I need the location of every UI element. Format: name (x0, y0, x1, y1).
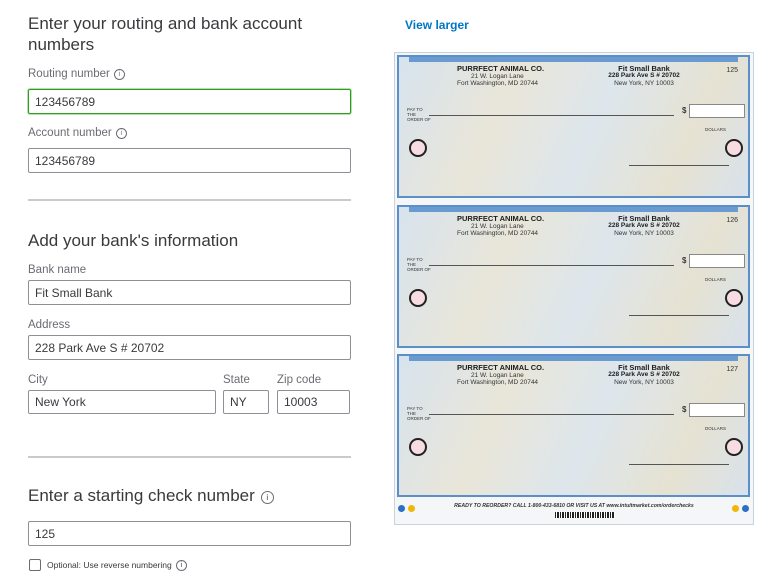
routing-number-input[interactable]: 123456789 (28, 89, 351, 114)
bank-address-line2: New York, NY 10003 (614, 230, 674, 237)
zip-code-label: Zip code (277, 374, 322, 386)
payee-line (429, 414, 674, 415)
account-number-input[interactable]: 123456789 (28, 148, 351, 173)
pay-to-label: PAY TO THE ORDER OF (407, 107, 431, 122)
starting-check-number-input[interactable]: 125 (28, 521, 351, 546)
routing-number-value: 123456789 (35, 94, 96, 109)
view-larger-link[interactable]: View larger (405, 18, 469, 32)
starting-check-title-text: Enter a starting check number (28, 486, 255, 505)
reverse-numbering-label: Optional: Use reverse numbering i (47, 560, 187, 571)
check-number: 126 (726, 217, 738, 224)
dollar-sign: $ (682, 106, 687, 115)
company-address-line1: 21 W. Logan Lane (471, 73, 524, 80)
company-name: PURRFECT ANIMAL CO. (457, 363, 545, 372)
check-number: 125 (726, 67, 738, 74)
check-preview: PURRFECT ANIMAL CO. 21 W. Logan Lane For… (397, 354, 750, 497)
reorder-footer-text: READY TO REORDER? CALL 1-800-433-6810 OR… (454, 503, 694, 509)
security-band (409, 207, 738, 212)
info-icon[interactable]: i (115, 128, 127, 139)
info-icon[interactable]: i (113, 69, 125, 80)
routing-section-title: Enter your routing and bank account numb… (28, 14, 303, 54)
blue-dot-icon (742, 505, 749, 512)
bank-address-line1: 228 Park Ave S # 20702 (608, 371, 680, 378)
seal-icon (725, 438, 743, 456)
seal-icon (725, 139, 743, 157)
info-icon[interactable]: i (260, 491, 274, 504)
pay-to-label: PAY TO THE ORDER OF (407, 406, 431, 421)
bank-name-value: Fit Small Bank (35, 285, 113, 300)
seal-icon (409, 289, 427, 307)
zip-code-value: 10003 (284, 395, 318, 409)
pay-to-label: PAY TO THE ORDER OF (407, 257, 431, 272)
state-value: NY (230, 395, 247, 409)
bank-address-line2: New York, NY 10003 (614, 80, 674, 87)
routing-number-label-text: Routing number (28, 68, 110, 80)
dollar-sign: $ (682, 256, 687, 265)
blue-dot-icon (398, 505, 405, 512)
barcode (555, 512, 615, 518)
bank-name-input[interactable]: Fit Small Bank (28, 280, 351, 305)
address-input[interactable]: 228 Park Ave S # 20702 (28, 335, 351, 360)
dollars-label: DOLLARS (704, 127, 726, 132)
seal-icon (409, 139, 427, 157)
check-preview-sheet: PURRFECT ANIMAL CO. 21 W. Logan Lane For… (394, 52, 754, 525)
amount-box (689, 403, 745, 417)
check-preview: PURRFECT ANIMAL CO. 21 W. Logan Lane For… (397, 205, 750, 348)
signature-line (629, 165, 729, 166)
company-address-line1: 21 W. Logan Lane (471, 372, 524, 379)
starting-check-title: Enter a starting check number i (28, 485, 274, 506)
account-number-label-text: Account number (28, 127, 112, 139)
dollars-label: DOLLARS (704, 277, 726, 282)
section-divider (28, 456, 351, 458)
check-preview: PURRFECT ANIMAL CO. 21 W. Logan Lane For… (397, 55, 750, 198)
state-label: State (223, 374, 250, 386)
payee-line (429, 265, 674, 266)
bank-info-section-title: Add your bank's information (28, 231, 239, 250)
seal-icon (409, 438, 427, 456)
zip-code-input[interactable]: 10003 (277, 390, 350, 414)
bank-address-line1: 228 Park Ave S # 20702 (608, 72, 680, 79)
account-number-value: 123456789 (35, 153, 96, 168)
reverse-numbering-label-text: Optional: Use reverse numbering (47, 560, 172, 570)
dollar-sign: $ (682, 405, 687, 414)
check-number: 127 (726, 366, 738, 373)
starting-check-number-value: 125 (35, 526, 56, 541)
yellow-dot-icon (732, 505, 739, 512)
company-name: PURRFECT ANIMAL CO. (457, 64, 545, 73)
signature-line (629, 315, 729, 316)
company-address-line1: 21 W. Logan Lane (471, 223, 524, 230)
dollars-label: DOLLARS (704, 426, 726, 431)
info-icon[interactable]: i (175, 560, 187, 571)
address-label: Address (28, 319, 71, 331)
city-value: New York (35, 395, 86, 409)
bank-address-line1: 228 Park Ave S # 20702 (608, 222, 680, 229)
payee-line (429, 115, 674, 116)
signature-line (629, 464, 729, 465)
security-band (409, 57, 738, 62)
address-value: 228 Park Ave S # 20702 (35, 340, 165, 355)
amount-box (689, 254, 745, 268)
reverse-numbering-checkbox[interactable] (29, 559, 41, 571)
seal-icon (725, 289, 743, 307)
city-label: City (28, 374, 48, 386)
security-band (409, 356, 738, 361)
account-number-label: Account number i (28, 127, 127, 139)
state-input[interactable]: NY (223, 390, 269, 414)
bank-address-line2: New York, NY 10003 (614, 379, 674, 386)
amount-box (689, 104, 745, 118)
section-divider (28, 199, 351, 201)
city-input[interactable]: New York (28, 390, 216, 414)
yellow-dot-icon (408, 505, 415, 512)
company-address-line2: Fort Washington, MD 20744 (457, 80, 539, 87)
routing-number-label: Routing number i (28, 68, 125, 80)
company-address-line2: Fort Washington, MD 20744 (457, 379, 539, 386)
company-address-line2: Fort Washington, MD 20744 (457, 230, 539, 237)
company-name: PURRFECT ANIMAL CO. (457, 214, 545, 223)
bank-name-label: Bank name (28, 264, 87, 276)
